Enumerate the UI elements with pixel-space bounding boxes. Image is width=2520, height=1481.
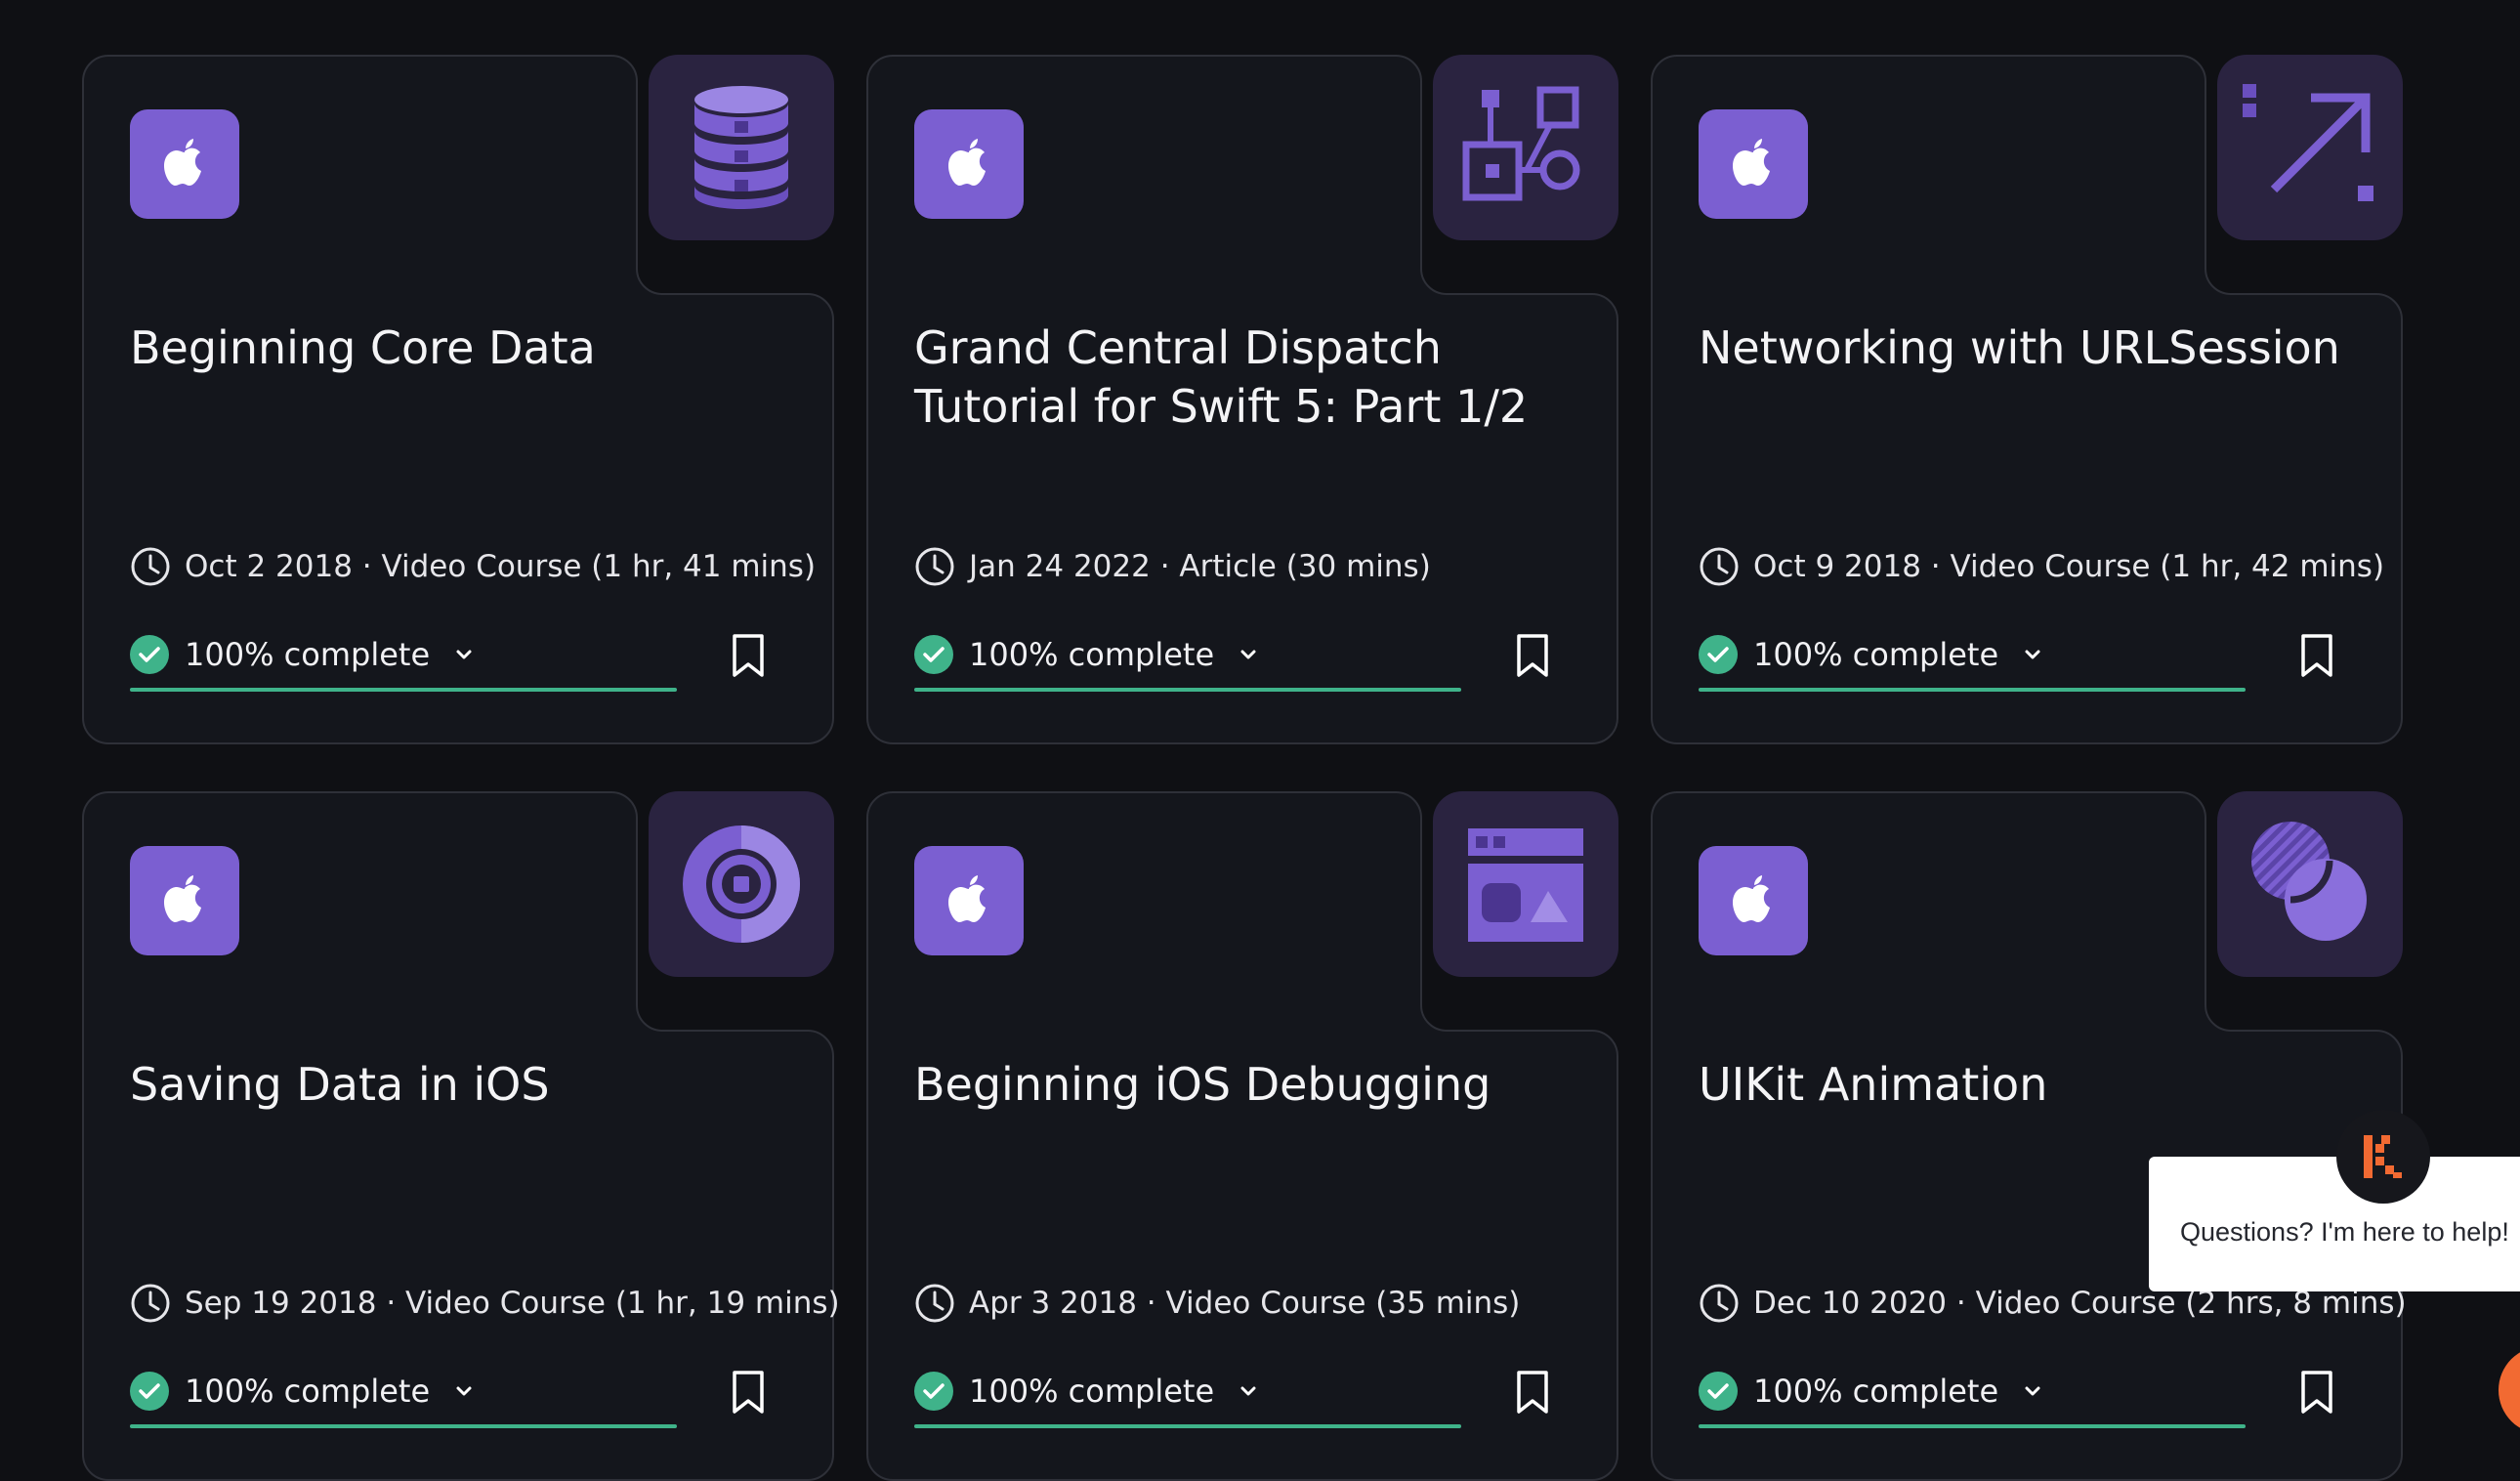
bookmark-icon[interactable] (2295, 633, 2338, 678)
chat-launcher-button[interactable] (2499, 1346, 2520, 1434)
check-circle-icon (914, 1372, 953, 1411)
course-card[interactable]: Grand Central Dispatch Tutorial for Swif… (866, 55, 1618, 744)
course-thumbnail (649, 55, 834, 240)
clock-icon (915, 1284, 954, 1323)
course-thumbnail (2217, 791, 2403, 977)
course-meta: Oct 9 2018 · Video Course (1 hr, 42 mins… (1699, 545, 2384, 588)
course-thumbnail (649, 791, 834, 977)
bookmark-icon[interactable] (1511, 1370, 1554, 1415)
progress-dropdown[interactable]: 100% complete (130, 1370, 475, 1413)
progress-bar (1699, 688, 2246, 692)
course-title[interactable]: Networking with URLSession (1699, 318, 2343, 377)
apple-icon (164, 875, 201, 922)
apple-platform-badge (130, 846, 239, 955)
course-card[interactable]: UIKit Animation Dec 10 2020 · Video Cour… (1651, 791, 2407, 1481)
clock-icon (1700, 1284, 1739, 1323)
check-circle-icon (130, 635, 169, 674)
course-thumbnail (1433, 791, 1618, 977)
browser-window-icon (1468, 828, 1583, 942)
progress-bar (914, 688, 1461, 692)
chevron-down-icon (456, 650, 472, 659)
course-title[interactable]: Beginning iOS Debugging (914, 1055, 1559, 1114)
course-meta-text: Oct 9 2018 · Video Course (1 hr, 42 mins… (1753, 549, 2385, 584)
database-icon (694, 86, 788, 209)
course-meta-text: Jan 24 2022 · Article (30 mins) (969, 549, 1431, 584)
course-thumbnail (2217, 55, 2403, 240)
kodeco-logo-icon (2364, 1135, 2402, 1178)
course-meta: Oct 2 2018 · Video Course (1 hr, 41 mins… (130, 545, 816, 588)
progress-bar-fill (914, 1424, 1461, 1428)
chevron-down-icon (1240, 650, 1256, 659)
apple-platform-badge (914, 846, 1024, 955)
apple-icon (1733, 875, 1770, 922)
progress-bar (914, 1424, 1461, 1428)
progress-bar (130, 1424, 677, 1428)
check-circle-icon (914, 635, 953, 674)
progress-label: 100% complete (185, 1373, 431, 1410)
progress-bar-fill (1699, 1424, 2246, 1428)
check-circle-icon (1699, 1372, 1738, 1411)
course-card[interactable]: Saving Data in iOS Sep 19 2018 · Video C… (82, 791, 840, 1481)
course-title[interactable]: Saving Data in iOS (130, 1055, 775, 1114)
apple-platform-badge (914, 109, 1024, 219)
course-card[interactable]: Beginning Core Data Oct 2 2018 · Video C… (82, 55, 834, 744)
bookmark-icon[interactable] (2295, 1370, 2338, 1415)
progress-dropdown[interactable]: 100% complete (1699, 1370, 2043, 1413)
clock-icon (131, 1284, 170, 1323)
progress-dropdown[interactable]: 100% complete (914, 1370, 1259, 1413)
progress-label: 100% complete (1753, 1373, 1999, 1410)
apple-platform-badge (1699, 846, 1808, 955)
apple-platform-badge (1699, 109, 1808, 219)
progress-bar (130, 688, 677, 692)
course-meta-text: Oct 2 2018 · Video Course (1 hr, 41 mins… (185, 549, 817, 584)
chevron-down-icon (456, 1386, 472, 1396)
course-card[interactable]: Networking with URLSession Oct 9 2018 · … (1651, 55, 2403, 744)
progress-dropdown[interactable]: 100% complete (130, 633, 475, 676)
apple-icon (164, 139, 201, 186)
chat-message: Questions? I'm here to help! (2180, 1217, 2509, 1247)
check-circle-icon (130, 1372, 169, 1411)
course-meta-text: Apr 3 2018 · Video Course (35 mins) (969, 1286, 1521, 1321)
progress-label: 100% complete (969, 636, 1215, 673)
course-meta-text: Sep 19 2018 · Video Course (1 hr, 19 min… (185, 1286, 840, 1321)
progress-dropdown[interactable]: 100% complete (1699, 633, 2043, 676)
course-thumbnail (1433, 55, 1618, 240)
progress-bar-fill (1699, 688, 2246, 692)
bookmark-icon[interactable] (727, 1370, 770, 1415)
check-circle-icon (1699, 635, 1738, 674)
chevron-down-icon (1240, 1386, 1256, 1396)
clock-icon (131, 547, 170, 586)
progress-label: 100% complete (1753, 636, 1999, 673)
progress-bar-fill (130, 1424, 677, 1428)
chat-avatar[interactable] (2336, 1110, 2430, 1204)
bookmark-icon[interactable] (1511, 633, 1554, 678)
chevron-down-icon (2025, 1386, 2040, 1396)
apple-icon (1733, 139, 1770, 186)
apple-icon (948, 139, 986, 186)
progress-dropdown[interactable]: 100% complete (914, 633, 1259, 676)
course-title[interactable]: Beginning Core Data (130, 318, 775, 377)
disk-icon (683, 825, 800, 943)
progress-bar-fill (130, 688, 677, 692)
course-meta: Sep 19 2018 · Video Course (1 hr, 19 min… (130, 1282, 840, 1325)
chat-popup[interactable]: Questions? I'm here to help! (2149, 1157, 2520, 1291)
clock-icon (915, 547, 954, 586)
chevron-down-icon (2025, 650, 2040, 659)
course-title[interactable]: UIKit Animation (1699, 1055, 2343, 1114)
flow-nodes-icon (1462, 86, 1580, 201)
clock-icon (1700, 547, 1739, 586)
course-card[interactable]: Beginning iOS Debugging Apr 3 2018 · Vid… (866, 791, 1618, 1481)
apple-platform-badge (130, 109, 239, 219)
progress-bar-fill (914, 688, 1461, 692)
progress-label: 100% complete (969, 1373, 1215, 1410)
course-meta: Jan 24 2022 · Article (30 mins) (914, 545, 1431, 588)
network-arrow-icon (2243, 84, 2373, 201)
apple-icon (948, 875, 986, 922)
course-title[interactable]: Grand Central Dispatch Tutorial for Swif… (914, 318, 1559, 436)
progress-label: 100% complete (185, 636, 431, 673)
course-meta: Apr 3 2018 · Video Course (35 mins) (914, 1282, 1520, 1325)
progress-bar (1699, 1424, 2246, 1428)
overlapping-circles-icon (2251, 822, 2367, 941)
bookmark-icon[interactable] (727, 633, 770, 678)
